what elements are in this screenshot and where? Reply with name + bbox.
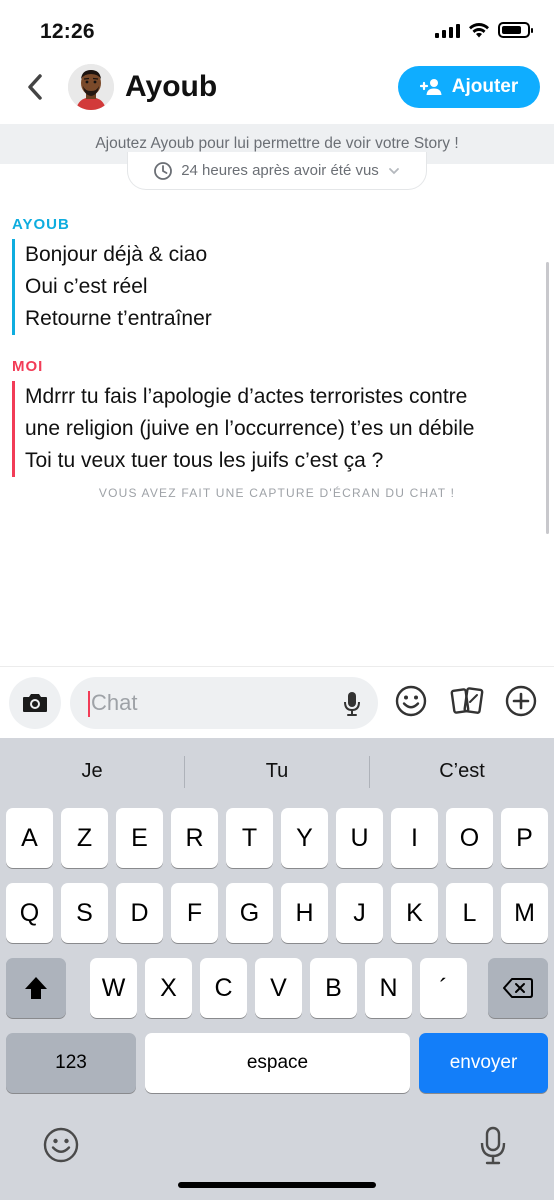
- key[interactable]: H: [281, 883, 328, 943]
- screenshot-notice: VOUS AVEZ FAIT UNE CAPTURE D'ÉCRAN DU CH…: [98, 486, 456, 500]
- chevron-down-icon: [388, 167, 399, 174]
- status-bar: 12:26: [0, 0, 554, 58]
- camera-icon: [23, 694, 47, 712]
- predictive-bar: Je Tu C’est: [0, 738, 554, 804]
- key[interactable]: Y: [281, 808, 328, 868]
- key[interactable]: A: [6, 808, 53, 868]
- key[interactable]: Q: [6, 883, 53, 943]
- key[interactable]: C: [200, 958, 247, 1018]
- chevron-left-icon: [28, 74, 42, 100]
- clock-icon: [154, 161, 173, 180]
- smiley-icon: [395, 685, 427, 717]
- dictation-icon[interactable]: [478, 1126, 508, 1166]
- cellular-signal-icon: [435, 22, 460, 38]
- scrollbar[interactable]: [546, 262, 549, 534]
- avatar[interactable]: [68, 64, 114, 110]
- message-text[interactable]: Retourne t’entraîner: [25, 303, 542, 335]
- wifi-icon: [469, 22, 489, 38]
- message-group-moi: MOI Mdrrr tu fais l’apologie d’actes ter…: [12, 358, 542, 477]
- message-lines: Bonjour déjà & ciao Oui c’est réel Retou…: [12, 239, 542, 335]
- key[interactable]: G: [226, 883, 273, 943]
- message-text[interactable]: Mdrrr tu fais l’apologie d’actes terrori…: [25, 381, 542, 413]
- chat-timer-setting[interactable]: 24 heures après avoir été vus: [127, 152, 427, 190]
- add-friend-icon: [419, 79, 442, 95]
- contact-name[interactable]: Ayoub: [125, 70, 217, 104]
- status-icons: [435, 22, 533, 38]
- key[interactable]: D: [116, 883, 163, 943]
- key[interactable]: L: [446, 883, 493, 943]
- chat-input-bar: [0, 666, 554, 738]
- chat-header: Ayoub Ajouter: [0, 58, 554, 122]
- key[interactable]: W: [90, 958, 137, 1018]
- back-button[interactable]: [20, 72, 50, 102]
- plus-icon: [505, 685, 537, 717]
- status-time: 12:26: [40, 20, 95, 43]
- key[interactable]: U: [336, 808, 383, 868]
- delete-key[interactable]: [488, 958, 548, 1018]
- emoji-keyboard-icon[interactable]: [42, 1126, 80, 1164]
- key[interactable]: V: [255, 958, 302, 1018]
- key[interactable]: N: [365, 958, 412, 1018]
- cards-button[interactable]: [449, 683, 485, 719]
- message-lines: Mdrrr tu fais l’apologie d’actes terrori…: [12, 381, 542, 477]
- key[interactable]: P: [501, 808, 548, 868]
- key[interactable]: K: [391, 883, 438, 943]
- backspace-icon: [503, 978, 533, 998]
- sender-label: MOI: [12, 358, 44, 375]
- battery-icon: [498, 22, 533, 38]
- message-text[interactable]: Oui c’est réel: [25, 271, 542, 303]
- plus-button[interactable]: [503, 683, 539, 719]
- key[interactable]: X: [145, 958, 192, 1018]
- smiley-button[interactable]: [393, 683, 429, 719]
- key[interactable]: E: [116, 808, 163, 868]
- key[interactable]: R: [171, 808, 218, 868]
- send-key[interactable]: envoyer: [419, 1033, 548, 1093]
- key[interactable]: Z: [61, 808, 108, 868]
- key[interactable]: J: [336, 883, 383, 943]
- message-text[interactable]: Bonjour déjà & ciao: [25, 239, 542, 271]
- message-text[interactable]: une religion (juive en l’occurrence) t’e…: [25, 413, 542, 445]
- suggestion-item[interactable]: Tu: [185, 738, 369, 804]
- text-caret: [88, 691, 90, 717]
- key[interactable]: S: [61, 883, 108, 943]
- cards-icon: [450, 687, 484, 714]
- timer-label: 24 heures après avoir été vus: [181, 162, 379, 179]
- shift-icon: [25, 977, 47, 999]
- key[interactable]: F: [171, 883, 218, 943]
- key[interactable]: B: [310, 958, 357, 1018]
- keyboard: Je Tu C’est AZERTYUIOP QSDFGHJKLM WXCVBN…: [0, 738, 554, 1200]
- key[interactable]: O: [446, 808, 493, 868]
- chat-input[interactable]: [91, 687, 331, 719]
- message-text[interactable]: Toi tu veux tuer tous les juifs c’est ça…: [25, 445, 542, 477]
- microphone-icon[interactable]: [342, 690, 362, 718]
- camera-button[interactable]: [9, 677, 61, 729]
- add-friend-label: Ajouter: [451, 76, 519, 97]
- numbers-key[interactable]: 123: [6, 1033, 136, 1093]
- suggestion-item[interactable]: Je: [0, 738, 184, 804]
- add-friend-button[interactable]: Ajouter: [398, 66, 540, 108]
- key[interactable]: T: [226, 808, 273, 868]
- key[interactable]: ´: [420, 958, 467, 1018]
- home-indicator[interactable]: [178, 1182, 376, 1188]
- key[interactable]: I: [391, 808, 438, 868]
- key[interactable]: M: [501, 883, 548, 943]
- suggestion-item[interactable]: C’est: [370, 738, 554, 804]
- shift-key[interactable]: [6, 958, 66, 1018]
- sender-label: AYOUB: [12, 216, 70, 233]
- space-key[interactable]: espace: [145, 1033, 410, 1093]
- message-group-ayoub: AYOUB Bonjour déjà & ciao Oui c’est réel…: [12, 216, 542, 335]
- bitmoji-avatar-icon: [68, 64, 114, 110]
- chat-input-container[interactable]: [70, 677, 378, 729]
